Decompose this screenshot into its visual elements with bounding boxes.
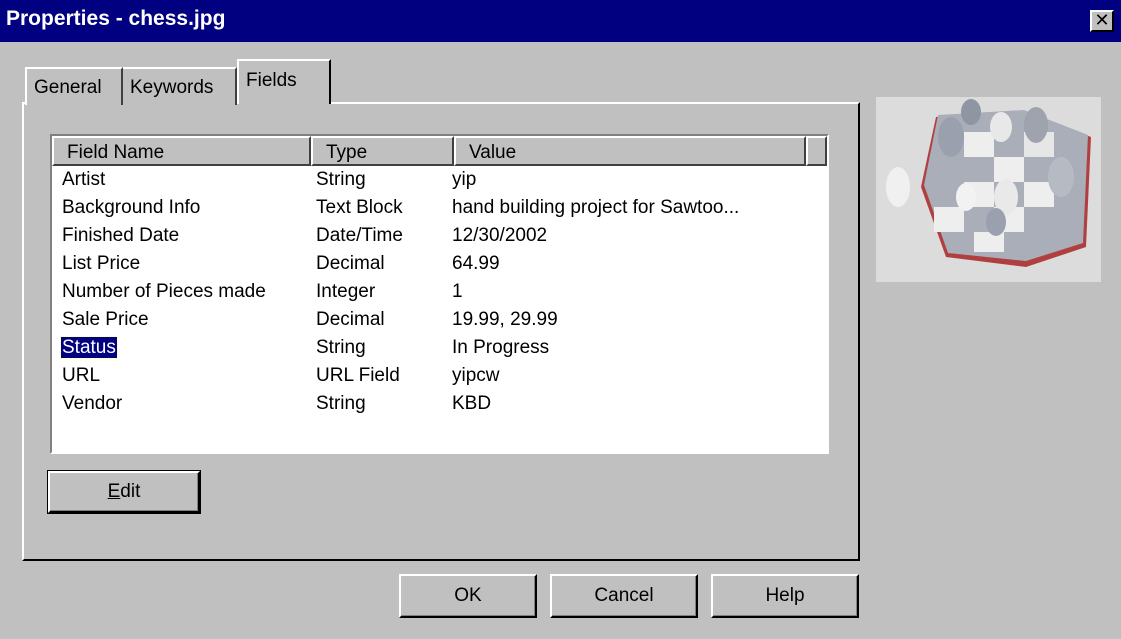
field-name-cell: Background Info — [62, 197, 201, 218]
field-value-cell: 12/30/2002 — [452, 225, 548, 246]
table-row[interactable]: Number of Pieces made Integer 1 — [52, 280, 827, 303]
edit-button[interactable]: Edit — [47, 470, 201, 514]
tab-keywords-label: Keywords — [130, 77, 214, 98]
field-name-cell: Artist — [62, 169, 106, 190]
field-type-cell: Date/Time — [316, 225, 403, 246]
ok-button[interactable]: OK — [399, 574, 537, 618]
field-value-cell: KBD — [452, 393, 492, 414]
chess-photo-thumbnail — [876, 97, 1101, 282]
close-button[interactable]: ✕ — [1090, 10, 1114, 32]
table-row[interactable]: Finished Date Date/Time 12/30/2002 — [52, 224, 827, 247]
tab-keywords[interactable]: Keywords — [123, 67, 237, 105]
column-header-field-name[interactable]: Field Name — [52, 136, 311, 166]
field-type-cell: String — [316, 393, 366, 414]
field-value-cell: In Progress — [452, 337, 550, 358]
field-name-cell: Finished Date — [62, 225, 180, 246]
table-row[interactable]: Sale Price Decimal 19.99, 29.99 — [52, 308, 827, 331]
field-type-cell: String — [316, 169, 366, 190]
field-value-cell: 1 — [452, 281, 463, 302]
edit-label: dit — [120, 481, 141, 502]
tab-general-label: General — [34, 77, 102, 98]
table-row[interactable]: URL URL Field yipcw — [52, 364, 827, 387]
field-name-cell: Status — [60, 336, 118, 359]
table-row[interactable]: Artist String yip — [52, 168, 827, 191]
window-title: Properties - chess.jpg — [6, 7, 226, 30]
field-type-cell: Text Block — [316, 197, 403, 218]
tab-fields-label: Fields — [246, 70, 297, 91]
field-type-cell: Decimal — [316, 253, 385, 274]
field-type-cell: Decimal — [316, 309, 385, 330]
close-icon: ✕ — [1094, 10, 1110, 31]
fields-list[interactable]: Field Name Type Value Artist String yip … — [50, 134, 829, 454]
tab-fields[interactable]: Fields — [237, 59, 331, 104]
list-header: Field Name Type Value — [52, 136, 827, 166]
field-name-cell: URL — [62, 365, 101, 386]
edit-mnemonic: E — [107, 481, 121, 502]
column-header-value[interactable]: Value — [454, 136, 806, 166]
field-name-cell: List Price — [62, 253, 141, 274]
field-type-cell: URL Field — [316, 365, 400, 386]
column-header-filler — [806, 136, 827, 166]
title-bar[interactable]: Properties - chess.jpg ✕ — [0, 0, 1121, 42]
cancel-button[interactable]: Cancel — [550, 574, 698, 618]
field-type-cell: String — [316, 337, 366, 358]
column-header-type[interactable]: Type — [311, 136, 454, 166]
field-name-cell: Number of Pieces made — [62, 281, 266, 302]
table-row[interactable]: List Price Decimal 64.99 — [52, 252, 827, 275]
tab-general[interactable]: General — [25, 67, 123, 105]
table-row-selected[interactable]: Status String In Progress — [52, 336, 827, 359]
field-value-cell: hand building project for Sawtoo... — [452, 197, 740, 218]
field-value-cell: 64.99 — [452, 253, 500, 274]
field-value-cell: yipcw — [452, 365, 500, 386]
table-row[interactable]: Vendor String KBD — [52, 392, 827, 415]
field-value-cell: yip — [452, 169, 477, 190]
field-name-cell: Sale Price — [62, 309, 149, 330]
field-name-cell: Vendor — [62, 393, 123, 414]
image-preview — [876, 97, 1101, 282]
table-row[interactable]: Background Info Text Block hand building… — [52, 196, 827, 219]
selected-field-label: Status — [60, 336, 118, 359]
field-value-cell: 19.99, 29.99 — [452, 309, 558, 330]
field-type-cell: Integer — [316, 281, 376, 302]
help-button[interactable]: Help — [711, 574, 859, 618]
